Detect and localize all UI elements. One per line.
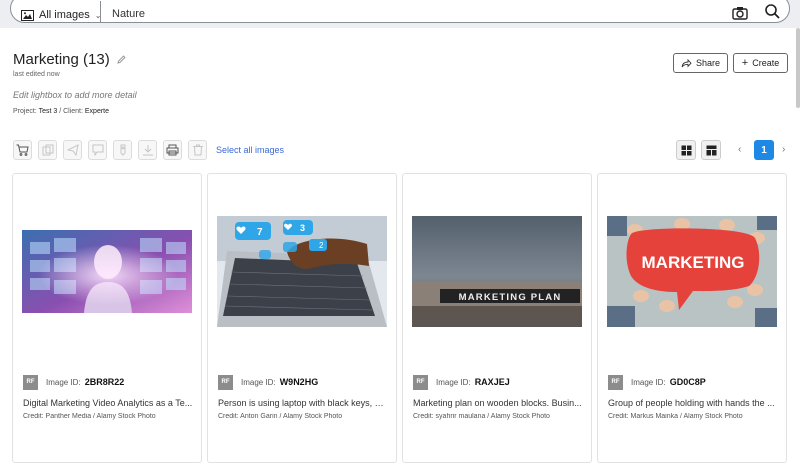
page-title: Marketing (13) xyxy=(13,51,110,68)
image-credit: Credit: Markus Mainka / Alamy Stock Phot… xyxy=(608,413,743,420)
create-button[interactable]: + Create xyxy=(733,53,788,73)
image-id-label: Image ID: xyxy=(46,377,81,387)
comments-count: 2 xyxy=(319,241,324,250)
image-card[interactable]: MARKETING RF Image ID: GD0C8P Group of p… xyxy=(597,173,787,463)
copy-icon xyxy=(42,144,53,156)
likes-count: 7 xyxy=(257,227,263,238)
client-label: / Client: xyxy=(59,108,83,115)
search-icon[interactable] xyxy=(764,3,781,25)
image-id-value: 2BR8R22 xyxy=(84,377,125,387)
select-all-images-link[interactable]: Select all images xyxy=(216,145,284,155)
download-icon xyxy=(142,145,153,156)
marketing-bubble-text: MARKETING xyxy=(642,253,745,272)
image-thumbnail-wrapper[interactable]: MARKETING xyxy=(598,174,786,369)
client-value: Experte xyxy=(84,108,110,115)
lightbox-title-row: Marketing (13) xyxy=(13,51,126,68)
image-credit: Credit: Anton Garin / Alamy Stock Photo xyxy=(218,413,343,420)
top-search-bar: All images ⌄ xyxy=(0,0,800,28)
image-id-value: W9N2HG xyxy=(279,377,319,387)
comment-bubble: 2 xyxy=(309,239,327,251)
plus-icon: + xyxy=(741,57,749,69)
image-icon xyxy=(21,9,34,21)
download-button[interactable] xyxy=(138,140,157,160)
search-divider xyxy=(100,1,101,23)
edit-lightbox-hint[interactable]: Edit lightbox to add more detail xyxy=(13,90,137,100)
image-id-line: RF Image ID: GD0C8P xyxy=(608,374,706,390)
print-icon xyxy=(166,144,179,156)
copy-button[interactable] xyxy=(38,140,57,160)
image-thumbnail-wrapper[interactable] xyxy=(13,174,201,369)
heart-like-bubble: 7 xyxy=(235,222,271,240)
image-id-value: GD0C8P xyxy=(669,377,706,387)
search-scope-dropdown[interactable]: All images ⌄ xyxy=(21,6,101,24)
image-id-value: RAXJEJ xyxy=(474,377,510,387)
trash-icon xyxy=(192,144,203,156)
share-button[interactable]: Share xyxy=(673,53,728,73)
project-client-info: Project: Test 3 / Client: Experte xyxy=(13,108,109,115)
license-badge: RF xyxy=(23,374,38,390)
camera-icon[interactable] xyxy=(732,6,748,25)
license-badge: RF xyxy=(218,374,233,390)
add-to-cart-button[interactable] xyxy=(13,140,32,160)
print-button[interactable] xyxy=(163,140,182,160)
list-view-button[interactable] xyxy=(701,140,721,160)
marketing-plan-blocks-text: MARKETING PLAN xyxy=(459,292,562,303)
project-label: Project: xyxy=(13,108,37,115)
image-credit: Credit: syahrir maulana / Alamy Stock Ph… xyxy=(413,413,550,420)
image-card[interactable]: 7 3 2 RF Image ID: W9N2HG Person is usin… xyxy=(207,173,397,463)
image-thumbnail[interactable]: 7 3 2 xyxy=(217,216,387,327)
comment-icon xyxy=(92,144,103,156)
page-scrollbar[interactable] xyxy=(796,28,800,108)
chevron-left-icon[interactable]: ‹ xyxy=(738,144,741,155)
cart-icon xyxy=(16,144,29,156)
image-card[interactable]: MARKETING PLAN RF Image ID: RAXJEJ Marke… xyxy=(402,173,592,463)
tag-button[interactable] xyxy=(113,140,132,160)
image-id-label: Image ID: xyxy=(241,377,276,387)
comment-button[interactable] xyxy=(88,140,107,160)
image-id-label: Image ID: xyxy=(631,377,666,387)
image-card[interactable]: RF Image ID: 2BR8R22 Digital Marketing V… xyxy=(12,173,202,463)
image-caption[interactable]: Marketing plan on wooden blocks. Busin..… xyxy=(413,398,583,408)
list-view-icon xyxy=(706,145,716,155)
license-badge: RF xyxy=(413,374,428,390)
image-thumbnail-wrapper[interactable]: MARKETING PLAN xyxy=(403,174,591,369)
tag-icon xyxy=(120,144,125,156)
share-icon xyxy=(66,144,79,156)
likes-count-2: 3 xyxy=(300,223,305,233)
chevron-right-icon[interactable]: › xyxy=(782,144,785,155)
search-scope-label: All images xyxy=(39,9,90,21)
grid-view-icon xyxy=(681,145,691,155)
image-caption[interactable]: Group of people holding with hands the .… xyxy=(608,398,778,408)
image-caption[interactable]: Digital Marketing Video Analytics as a T… xyxy=(23,398,193,408)
image-thumbnail-wrapper[interactable]: 7 3 2 xyxy=(208,174,396,369)
share-button-label: Share xyxy=(695,58,721,68)
pencil-icon[interactable] xyxy=(116,51,126,68)
image-credit: Credit: Panther Media / Alamy Stock Phot… xyxy=(23,413,156,420)
last-edited-text: last edited now xyxy=(13,71,60,78)
image-thumbnail[interactable]: MARKETING xyxy=(607,216,777,327)
image-thumbnail[interactable] xyxy=(22,230,192,313)
image-id-line: RF Image ID: W9N2HG xyxy=(218,374,318,390)
send-button[interactable] xyxy=(63,140,82,160)
create-button-label: Create xyxy=(752,58,780,68)
heart-like-bubble-2: 3 xyxy=(283,220,313,235)
image-id-line: RF Image ID: 2BR8R22 xyxy=(23,374,124,390)
search-box: All images ⌄ xyxy=(10,0,790,23)
image-caption[interactable]: Person is using laptop with black keys, … xyxy=(218,398,388,408)
current-page-button[interactable]: 1 xyxy=(754,140,774,160)
search-input[interactable] xyxy=(112,5,712,23)
project-value: Test 3 xyxy=(38,108,58,115)
grid-view-button[interactable] xyxy=(676,140,696,160)
image-thumbnail[interactable]: MARKETING PLAN xyxy=(412,216,582,327)
delete-button[interactable] xyxy=(188,140,207,160)
share-arrow-icon xyxy=(681,58,692,68)
image-id-line: RF Image ID: RAXJEJ xyxy=(413,374,510,390)
license-badge: RF xyxy=(608,374,623,390)
image-id-label: Image ID: xyxy=(436,377,471,387)
